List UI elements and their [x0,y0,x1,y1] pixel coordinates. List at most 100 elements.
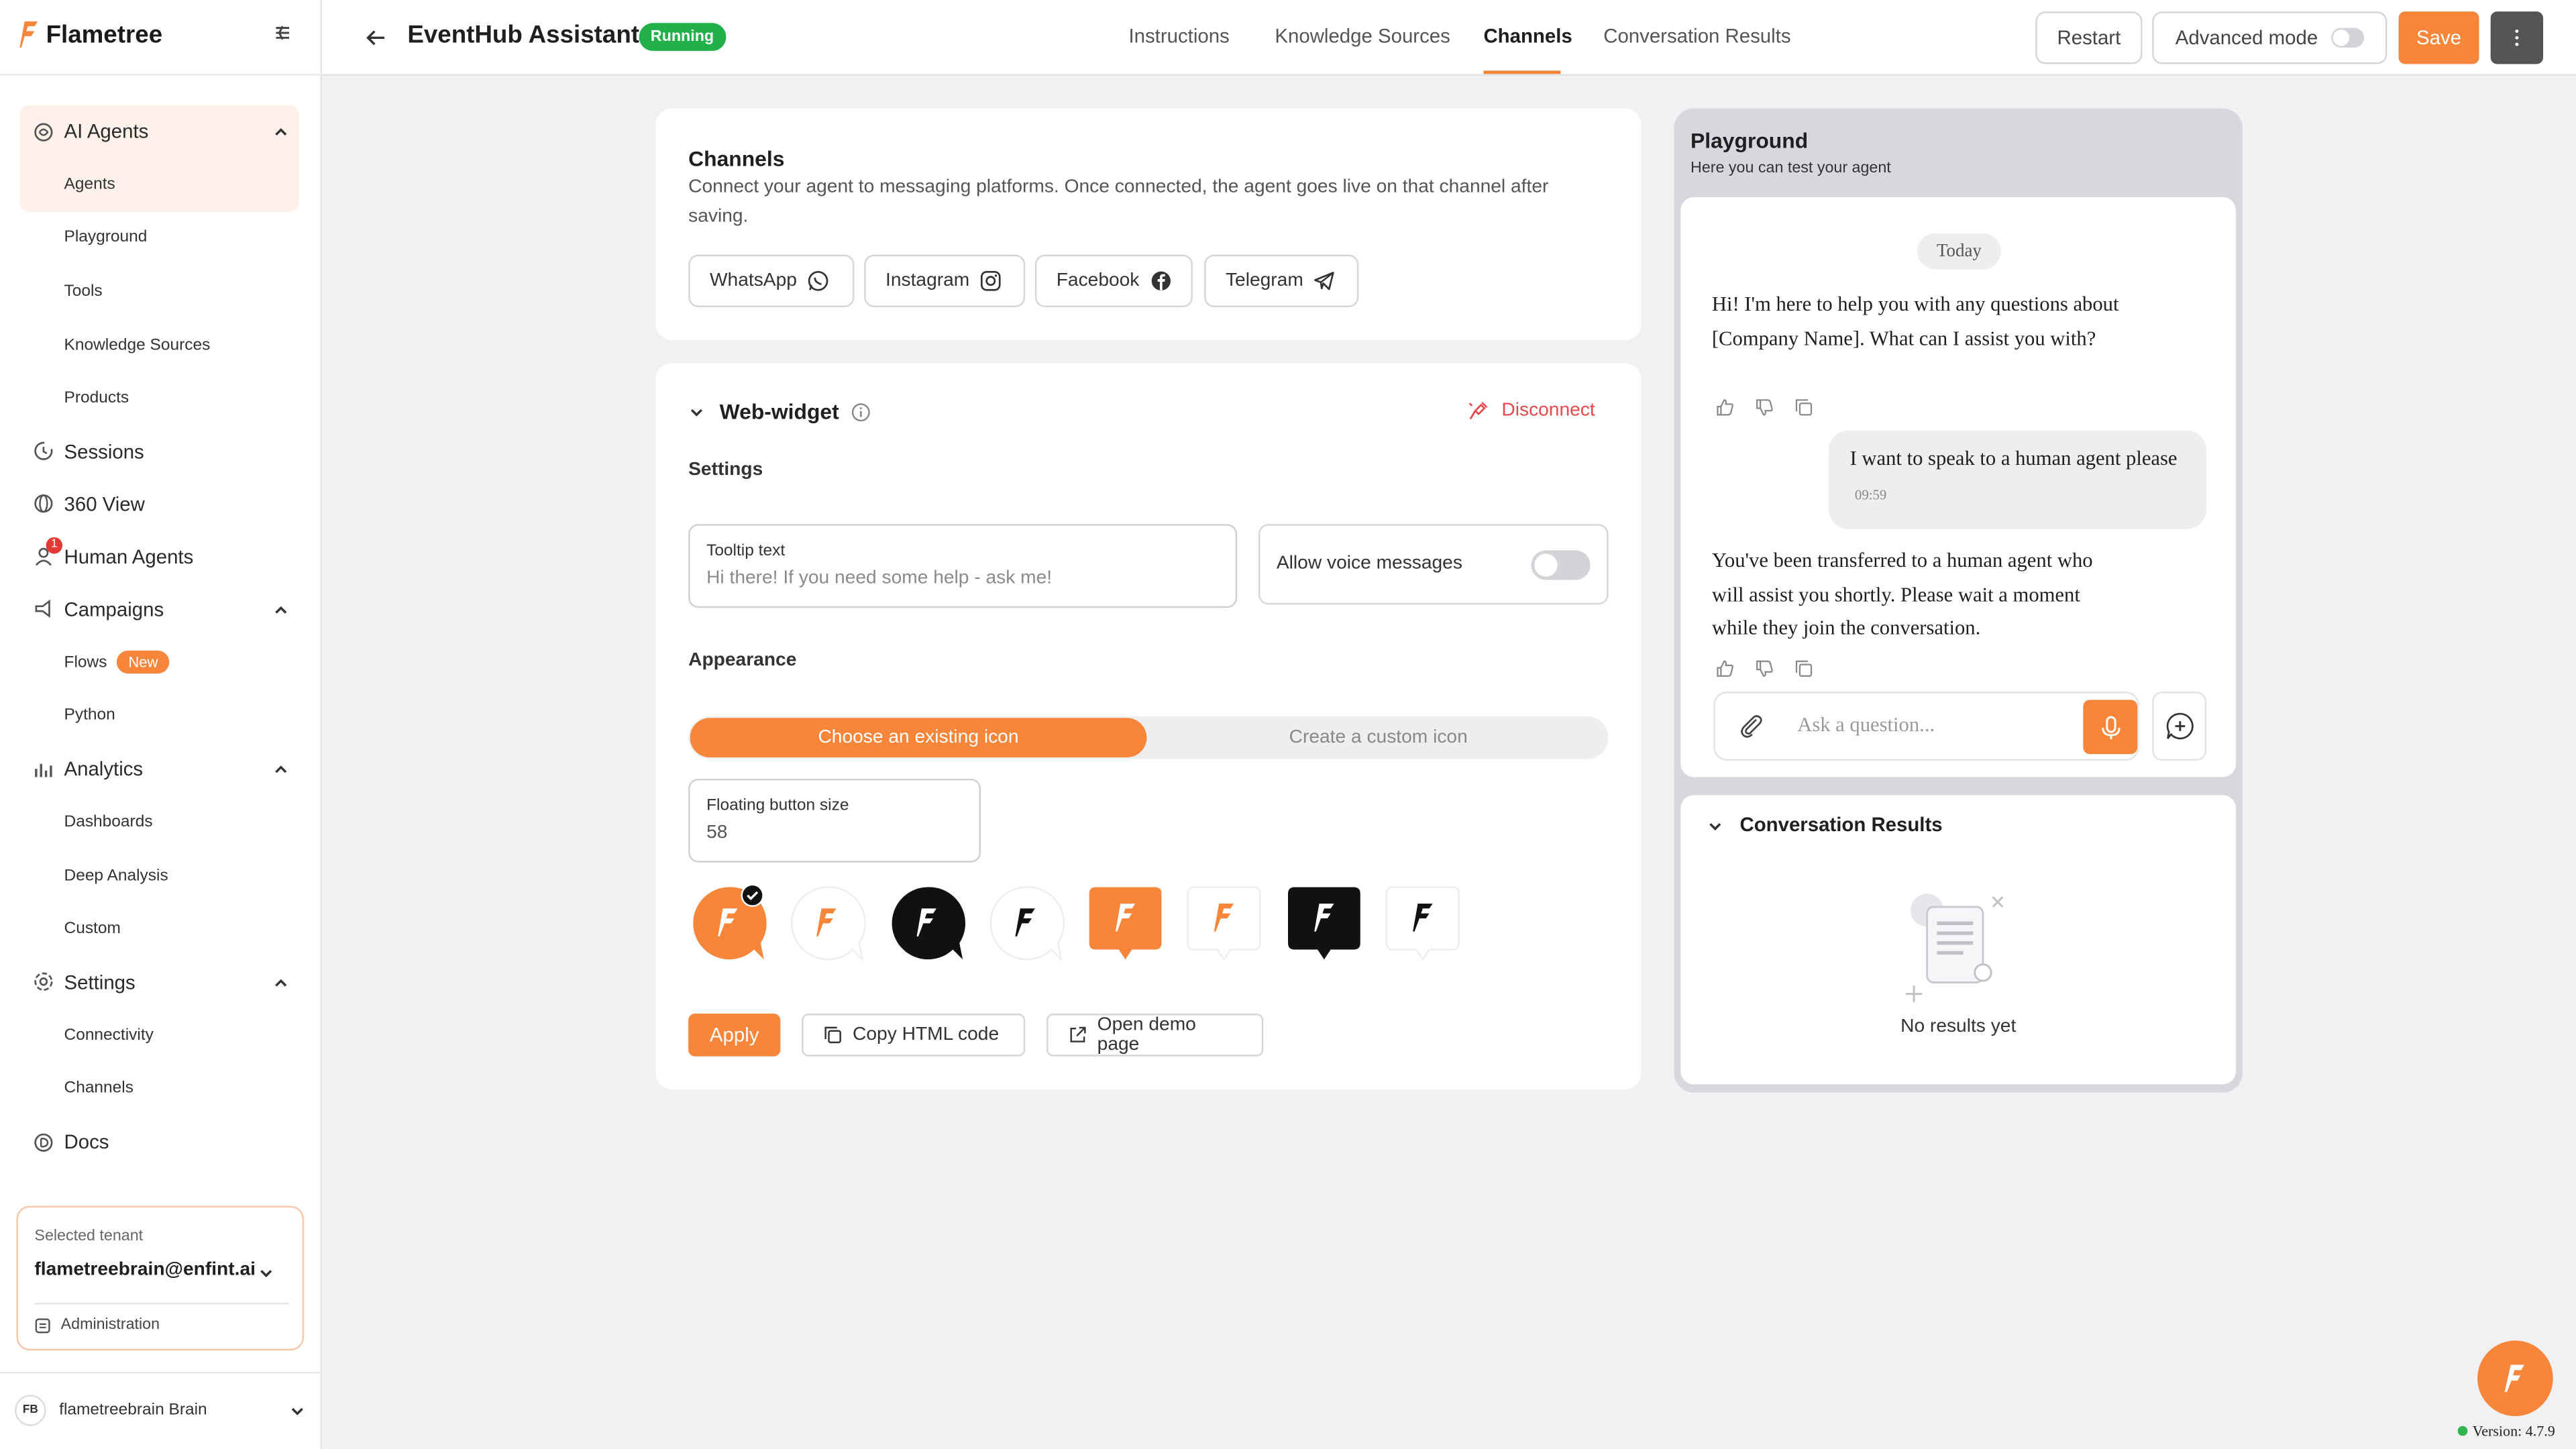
bot-message: Hi! I'm here to help you with any questi… [1711,292,2119,350]
copy-icon[interactable] [1794,398,1813,417]
voice-record-button[interactable] [2083,700,2138,755]
sidebar-item-custom[interactable]: Custom [19,902,299,956]
sidebar-group-settings[interactable]: Settings [19,956,299,1008]
sidebar-item-playground[interactable]: Playground [19,211,299,265]
sidebar-item-channels[interactable]: Channels [19,1062,299,1116]
sidebar-group-360-view[interactable]: 360 View [19,478,299,531]
tooltip-text-input[interactable]: Hi there! If you need some help - ask me… [706,568,1052,588]
floating-button-size-input[interactable]: 58 [706,823,727,843]
web-widget-title: Web-widget [719,399,839,424]
chevron-down-icon[interactable] [688,404,704,420]
chat-widget-launcher[interactable] [2477,1340,2553,1417]
tab-knowledge-sources[interactable]: Knowledge Sources [1275,25,1450,48]
create-custom-icon-tab[interactable]: Create a custom icon [1148,716,1609,759]
telegram-button[interactable]: Telegram [1204,254,1359,307]
chat-input[interactable]: Ask a question... [1797,713,1935,738]
chevron-down-icon[interactable] [1707,818,1723,835]
copy-html-code-button[interactable]: Copy HTML code [802,1014,1026,1057]
open-demo-page-button[interactable]: Open demo page [1046,1014,1264,1057]
top-header: EventHub Assistant Running Instructions … [322,0,2576,76]
docs-icon [33,1131,54,1152]
sidebar-group-human-agents[interactable]: 1 Human Agents [19,531,299,583]
sidebar-group-docs[interactable]: Docs [19,1116,299,1168]
sidebar-group-campaigns[interactable]: Campaigns [19,583,299,635]
sidebar-item-deep-analysis[interactable]: Deep Analysis [19,849,299,903]
thumbs-up-icon[interactable] [1715,659,1735,678]
copy-icon[interactable] [1794,659,1813,678]
choose-existing-icon-tab[interactable]: Choose an existing icon [690,718,1147,757]
chat-bubble-icon [892,887,966,960]
flametree-logo-icon [19,21,38,48]
sidebar-item-python[interactable]: Python [19,690,299,743]
icon-option-black-square[interactable] [1285,884,1364,963]
sidebar-item-products[interactable]: Products [19,372,299,425]
tab-channels[interactable]: Channels [1483,25,1572,48]
notification-badge: 1 [46,537,63,554]
sidebar-item-tools[interactable]: Tools [19,265,299,319]
flametree-logo-icon [2504,1364,2524,1392]
thumbs-up-icon[interactable] [1715,398,1735,417]
date-divider: Today [1917,233,2001,270]
apply-button[interactable]: Apply [688,1014,781,1057]
icon-option-white-square-dark[interactable] [1383,884,1462,963]
back-arrow-icon[interactable] [365,26,388,49]
conversation-results-title: Conversation Results [1739,813,1943,837]
whatsapp-button[interactable]: WhatsApp [688,254,855,307]
disconnect-button[interactable]: Disconnect [1467,399,1595,422]
message-timestamp: 09:59 [1854,486,1887,503]
sidebar-item-agents[interactable]: Agents [19,158,299,211]
tab-conversation-results[interactable]: Conversation Results [1603,25,1790,48]
advanced-mode-toggle[interactable]: Advanced mode [2152,11,2387,64]
sidebar-item-connectivity[interactable]: Connectivity [19,1009,299,1063]
icon-option-black-round[interactable] [887,884,966,963]
new-chat-button[interactable] [2152,692,2207,761]
sidebar-group-ai-agents[interactable]: AI Agents [19,105,299,158]
playground-subtitle: Here you can test your agent [1690,159,1891,178]
collapse-sidebar-icon[interactable] [273,23,292,42]
toggle-switch[interactable] [2330,28,2364,48]
icon-option-orange-square[interactable] [1086,884,1165,963]
brand-logo[interactable]: Flametree [19,19,162,49]
sidebar-group-analytics[interactable]: Analytics [19,743,299,795]
floating-button-size-field[interactable]: Floating button size 58 [688,778,981,863]
external-link-icon [1070,1026,1086,1042]
sidebar: Flametree AI Agents Agents Playground To… [0,0,323,1449]
thumbs-down-icon[interactable] [1755,659,1774,678]
icon-option-white-square[interactable] [1185,884,1264,963]
icon-option-white-round-dark[interactable] [985,884,1065,963]
brain-icon [33,121,54,142]
sidebar-bottom-divider [0,1371,323,1374]
more-options-button[interactable] [2490,11,2544,64]
allow-voice-toggle[interactable] [1531,550,1591,580]
tooltip-text-field[interactable]: Tooltip text Hi there! If you need some … [688,524,1238,608]
tab-instructions[interactable]: Instructions [1128,25,1229,48]
brain-selector[interactable]: FB flametreebrain Brain [15,1395,207,1426]
tenant-selector[interactable]: Selected tenant flametreebrain@enfint.ai… [16,1205,305,1351]
icon-option-orange-round[interactable] [688,883,767,963]
icon-option-white-round[interactable] [787,884,866,963]
sidebar-item-knowledge-sources[interactable]: Knowledge Sources [19,319,299,372]
web-widget-card: Web-widget Disconnect Settings Tooltip t… [655,363,1642,1089]
allow-voice-messages-field: Allow voice messages [1258,524,1609,605]
sidebar-group-sessions[interactable]: Sessions [19,425,299,478]
thumbs-down-icon[interactable] [1755,398,1774,417]
chat-bubble-icon [1288,887,1360,960]
bar-chart-icon [33,759,54,780]
chevron-down-icon[interactable] [258,1265,274,1281]
administration-link[interactable]: Administration [34,1316,160,1334]
paperclip-icon[interactable] [1738,713,1764,739]
restart-button[interactable]: Restart [2035,11,2143,64]
chevron-down-icon[interactable] [289,1403,305,1419]
facebook-button[interactable]: Facebook [1034,254,1193,307]
channels-description: Connect your agent to messaging platform… [688,177,1549,227]
facebook-icon [1150,271,1170,290]
history-icon [33,441,54,462]
info-icon[interactable] [851,402,871,422]
sidebar-item-flows[interactable]: Flows New [19,636,299,690]
brand-name: Flametree [46,20,163,49]
instagram-button[interactable]: Instagram [864,254,1026,307]
user-message: I want to speak to a human agent please … [1828,430,2207,529]
save-button[interactable]: Save [2398,11,2479,64]
sidebar-item-dashboards[interactable]: Dashboards [19,796,299,849]
chat-bubble-icon [791,886,866,962]
